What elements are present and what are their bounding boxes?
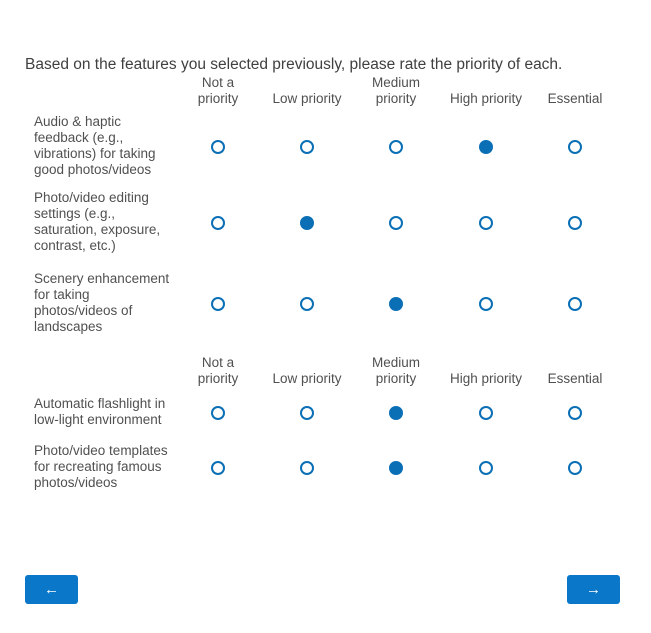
radio-option[interactable] bbox=[389, 140, 403, 154]
column-header: Not a priority bbox=[173, 75, 263, 107]
column-header: Low priority bbox=[262, 75, 352, 107]
radio-option[interactable] bbox=[211, 216, 225, 230]
column-header-line1: Not a bbox=[201, 75, 235, 90]
column-header: Essential bbox=[530, 75, 620, 107]
column-header-line2: priority bbox=[375, 371, 417, 386]
radio-option[interactable] bbox=[389, 216, 403, 230]
row-label: Scenery enhancement for taking photos/vide… bbox=[34, 271, 170, 334]
radio-option[interactable] bbox=[300, 140, 314, 154]
column-header: Essential bbox=[530, 355, 620, 387]
column-header-line2: High priority bbox=[449, 371, 523, 386]
radio-option[interactable] bbox=[568, 216, 582, 230]
column-header-line1 bbox=[441, 355, 531, 371]
column-header-line2: priority bbox=[197, 91, 239, 106]
radio-option[interactable] bbox=[211, 461, 225, 475]
column-header: Low priority bbox=[262, 355, 352, 387]
radio-option[interactable] bbox=[211, 297, 225, 311]
arrow-right-icon: → bbox=[586, 581, 601, 598]
radio-option[interactable] bbox=[211, 406, 225, 420]
column-header-line1: Medium bbox=[371, 355, 420, 370]
back-button[interactable]: ← bbox=[25, 575, 78, 604]
column-header-line2: Essential bbox=[547, 371, 603, 386]
column-header-line1: Not a bbox=[201, 355, 235, 370]
column-header: Medium priority bbox=[351, 75, 441, 107]
row-label: Photo/video editing settings (e.g., satura… bbox=[34, 190, 161, 253]
radio-option[interactable] bbox=[300, 216, 314, 230]
column-header-line1 bbox=[262, 75, 352, 91]
radio-option[interactable] bbox=[479, 297, 493, 311]
radio-option[interactable] bbox=[389, 406, 403, 420]
question-text: Based on the features you selected previ… bbox=[25, 56, 563, 73]
arrow-left-icon: ← bbox=[44, 581, 59, 598]
column-header-line1 bbox=[530, 75, 620, 91]
column-header-line2: Low priority bbox=[272, 91, 342, 106]
column-header-line1 bbox=[441, 75, 531, 91]
radio-option[interactable] bbox=[479, 216, 493, 230]
column-header-line2: High priority bbox=[449, 91, 523, 106]
column-header: High priority bbox=[441, 355, 531, 387]
column-header-line2: Essential bbox=[547, 91, 603, 106]
column-header: High priority bbox=[441, 75, 531, 107]
radio-option[interactable] bbox=[389, 461, 403, 475]
radio-option[interactable] bbox=[300, 406, 314, 420]
row-label: Photo/video templates for recreating famo… bbox=[34, 443, 168, 490]
row-label: Automatic flashlight in low-light environ… bbox=[34, 396, 166, 427]
radio-option[interactable] bbox=[211, 140, 225, 154]
column-header-line1 bbox=[262, 355, 352, 371]
radio-option[interactable] bbox=[568, 297, 582, 311]
column-header-line2: Low priority bbox=[272, 371, 342, 386]
radio-option[interactable] bbox=[479, 406, 493, 420]
column-header-line1: Medium bbox=[371, 75, 420, 90]
column-header: Not a priority bbox=[173, 355, 263, 387]
radio-option[interactable] bbox=[479, 461, 493, 475]
radio-option[interactable] bbox=[568, 140, 582, 154]
row-label: Audio & haptic feedback (e.g., vibrations)… bbox=[34, 114, 156, 177]
radio-option[interactable] bbox=[479, 140, 493, 154]
radio-option[interactable] bbox=[568, 406, 582, 420]
column-header-line2: priority bbox=[197, 371, 239, 386]
radio-option[interactable] bbox=[389, 297, 403, 311]
radio-option[interactable] bbox=[568, 461, 582, 475]
column-header-line1 bbox=[530, 355, 620, 371]
radio-option[interactable] bbox=[300, 297, 314, 311]
radio-option[interactable] bbox=[300, 461, 314, 475]
column-header: Medium priority bbox=[351, 355, 441, 387]
column-header-line2: priority bbox=[375, 91, 417, 106]
next-button[interactable]: → bbox=[567, 575, 620, 604]
